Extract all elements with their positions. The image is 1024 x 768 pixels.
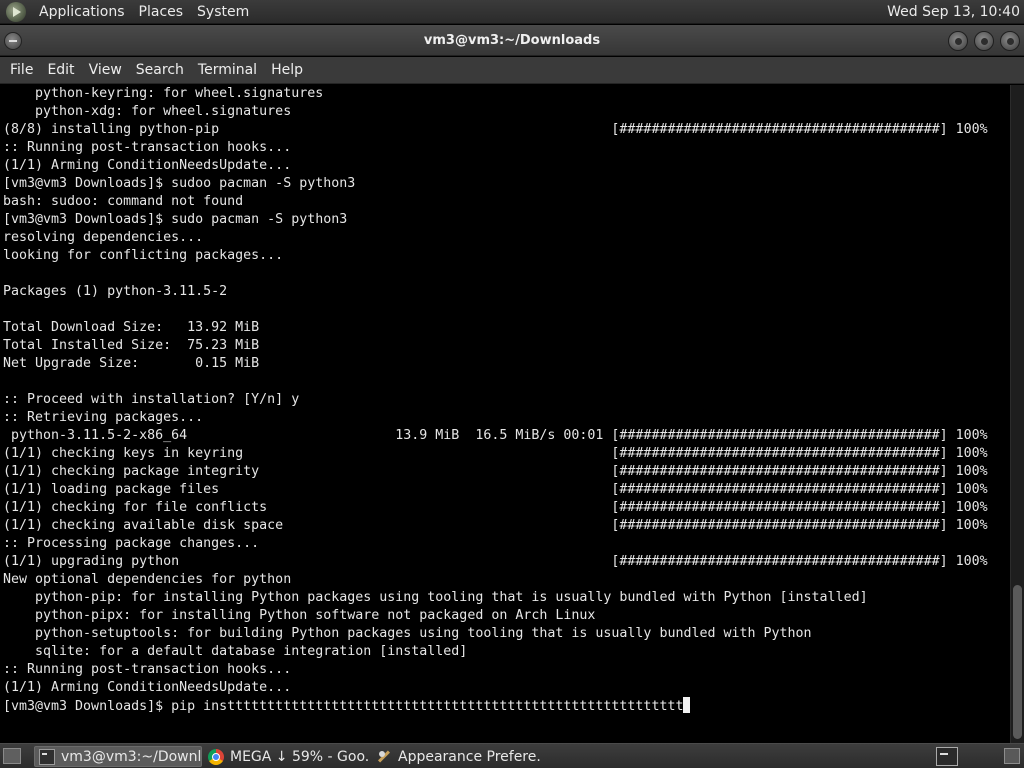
- terminal-line: :: Processing package changes...: [3, 536, 260, 551]
- terminal-line: (1/1) checking keys in keyring [########…: [3, 446, 988, 461]
- terminal-lines: python-keyring: for wheel.signatures pyt…: [3, 85, 988, 715]
- terminal-line: [vm3@vm3 Downloads]$ sudoo pacman -S pyt…: [3, 176, 356, 191]
- task-appearance-preferences[interactable]: Appearance Prefere...: [372, 746, 542, 767]
- terminal-line: :: Running post-transaction hooks...: [3, 140, 292, 155]
- terminal-output[interactable]: python-keyring: for wheel.signatures pyt…: [0, 85, 1010, 743]
- top-panel: Applications Places System Wed Sep 13, 1…: [0, 0, 1024, 24]
- menu-view[interactable]: View: [82, 62, 129, 78]
- terminal-line: python-setuptools: for building Python p…: [3, 626, 812, 641]
- menu-places[interactable]: Places: [132, 4, 191, 20]
- distro-logo-icon[interactable]: [6, 1, 26, 22]
- menu-file[interactable]: File: [3, 62, 40, 78]
- terminal-prompt-line[interactable]: [vm3@vm3 Downloads]$ pip instttttttttttt…: [3, 697, 988, 715]
- task-terminal[interactable]: vm3@vm3:~/Downl...: [34, 746, 202, 767]
- terminal-line: Total Installed Size: 75.23 MiB: [3, 338, 260, 353]
- terminal-line: [vm3@vm3 Downloads]$ sudo pacman -S pyth…: [3, 212, 348, 227]
- terminal-menubar: File Edit View Search Terminal Help: [0, 57, 1024, 84]
- maximize-button[interactable]: [974, 31, 994, 51]
- terminal-line: python-keyring: for wheel.signatures: [3, 86, 324, 101]
- terminal-line: (1/1) loading package files [###########…: [3, 482, 988, 497]
- terminal-line: Packages (1) python-3.11.5-2: [3, 284, 228, 299]
- terminal-line: python-xdg: for wheel.signatures: [3, 104, 292, 119]
- terminal-line: Net Upgrade Size: 0.15 MiB: [3, 356, 260, 371]
- terminal-line: :: Proceed with installation? [Y/n] y: [3, 392, 300, 407]
- window-titlebar[interactable]: vm3@vm3:~/Downloads: [0, 25, 1024, 56]
- bottom-panel: vm3@vm3:~/Downl... MEGA ↓ 59% - Goo... A…: [0, 743, 1024, 768]
- scrollbar-thumb[interactable]: [1013, 585, 1022, 739]
- window-title: vm3@vm3:~/Downloads: [423, 33, 601, 48]
- terminal-line: python-pip: for installing Python packag…: [3, 590, 868, 605]
- terminal-line: (1/1) checking for file conflicts [#####…: [3, 500, 988, 515]
- tray-terminal-icon[interactable]: [936, 747, 958, 766]
- task-label: Appearance Prefere...: [398, 748, 542, 765]
- terminal-prompt: [vm3@vm3 Downloads]$ pip instttttttttttt…: [3, 699, 684, 714]
- terminal-line: python-3.11.5-2-x86_64 13.9 MiB 16.5 MiB…: [3, 428, 988, 443]
- terminal-line: :: Running post-transaction hooks...: [3, 662, 292, 677]
- show-desktop-icon[interactable]: [3, 748, 21, 764]
- terminal-line: looking for conflicting packages...: [3, 248, 284, 263]
- menu-search[interactable]: Search: [129, 62, 191, 78]
- terminal-line: python-pipx: for installing Python softw…: [3, 608, 596, 623]
- terminal-line: (1/1) Arming ConditionNeedsUpdate...: [3, 158, 292, 173]
- terminal-line: :: Retrieving packages...: [3, 410, 204, 425]
- menu-system[interactable]: System: [190, 4, 256, 20]
- menu-edit[interactable]: Edit: [40, 62, 81, 78]
- task-label: MEGA ↓ 59% - Goo...: [230, 748, 370, 765]
- terminal-line: bash: sudoo: command not found: [3, 194, 244, 209]
- terminal-line: sqlite: for a default database integrati…: [3, 644, 468, 659]
- terminal-line: (1/1) checking available disk space [###…: [3, 518, 988, 533]
- workspace-switcher-icon[interactable]: [1004, 748, 1020, 764]
- task-label: vm3@vm3:~/Downl...: [61, 748, 202, 765]
- terminal-scrollbar[interactable]: [1010, 85, 1024, 743]
- terminal-line: (1/1) checking package integrity [######…: [3, 464, 988, 479]
- clock[interactable]: Wed Sep 13, 10:40: [887, 0, 1020, 24]
- text-cursor: [683, 697, 691, 713]
- terminal-line: New optional dependencies for python: [3, 572, 292, 587]
- appearance-icon: [376, 749, 392, 765]
- close-button[interactable]: [1000, 31, 1020, 51]
- menu-terminal[interactable]: Terminal: [191, 62, 264, 78]
- terminal-line: (8/8) installing python-pip [###########…: [3, 122, 988, 137]
- menu-applications[interactable]: Applications: [32, 4, 132, 20]
- terminal-line: (1/1) Arming ConditionNeedsUpdate...: [3, 680, 292, 695]
- chrome-icon: [208, 748, 224, 765]
- task-chrome-mega[interactable]: MEGA ↓ 59% - Goo...: [204, 746, 370, 767]
- minimize-button[interactable]: [948, 31, 968, 51]
- terminal-line: Total Download Size: 13.92 MiB: [3, 320, 260, 335]
- terminal-line: resolving dependencies...: [3, 230, 204, 245]
- terminal-icon: [39, 748, 55, 765]
- menu-help[interactable]: Help: [264, 62, 310, 78]
- terminal-line: (1/1) upgrading python [################…: [3, 554, 988, 569]
